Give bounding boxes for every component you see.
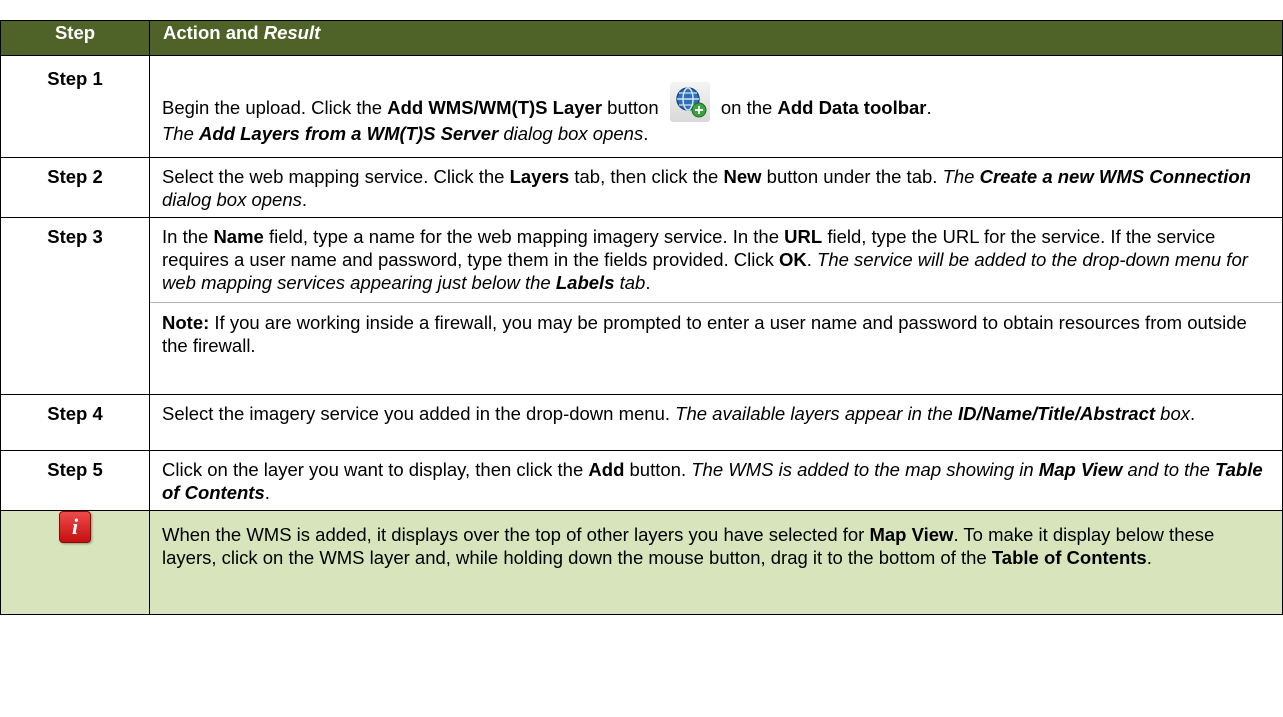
- text-run-italic: box: [1155, 403, 1190, 424]
- table-row-step-3: Step 3 In the Name field, type a name fo…: [0, 217, 1283, 395]
- text-run: Select the web mapping service. Click th…: [162, 166, 510, 187]
- text-run: .: [926, 97, 932, 118]
- text-run: Begin the upload. Click the: [162, 97, 388, 118]
- table-row-step-4: Step 4 Select the imagery service you ad…: [0, 394, 1283, 451]
- step-label: Step 4: [0, 394, 150, 451]
- text-run-bold: Add Data toolbar: [777, 97, 927, 118]
- add-wms-layer-icon: [669, 82, 710, 122]
- column-header-action: Action and Result: [149, 20, 1283, 56]
- text-run: In the: [162, 226, 214, 247]
- text-run-bold-italic: ID/Name/Title/Abstract: [957, 403, 1156, 424]
- text-run: .: [264, 482, 270, 503]
- text-run-bold-italic: Labels: [555, 272, 615, 293]
- tip-icon-cell: i: [0, 510, 150, 615]
- text-run: Click on the layer you want to display, …: [162, 459, 589, 480]
- table-row-step-2: Step 2 Select the web mapping service. C…: [0, 157, 1283, 218]
- text-run: button.: [624, 459, 692, 480]
- info-icon: i: [59, 511, 91, 543]
- step-1-instruction: Begin the upload. Click the Add WMS/WM(T…: [162, 82, 1270, 145]
- text-run-italic: The: [942, 166, 980, 187]
- text-run-bold: OK: [778, 249, 807, 270]
- text-run: .: [643, 123, 649, 144]
- table-row-step-1: Step 1 Begin the upload. Click the Add W…: [0, 55, 1283, 158]
- header-action-text: Action and: [163, 22, 264, 43]
- header-result-text: Result: [263, 22, 321, 43]
- step-3-note: Note: If you are working inside a firewa…: [150, 302, 1282, 357]
- table-row-step-5: Step 5 Click on the layer you want to di…: [0, 450, 1283, 511]
- text-run: .: [806, 249, 818, 270]
- text-run-bold: Table of Contents: [991, 547, 1147, 568]
- text-run-bold: Layers: [509, 166, 570, 187]
- text-run-bold-italic: Add Layers from a WM(T)S Server: [199, 123, 499, 144]
- text-run-bold-italic: Create a new WMS Connection: [979, 166, 1251, 187]
- column-header-step: Step: [0, 20, 150, 56]
- step-3-instruction: In the Name field, type a name for the w…: [162, 225, 1270, 294]
- step-label: Step 3: [0, 217, 150, 395]
- text-run-bold: URL: [784, 226, 823, 247]
- text-run-italic: The: [162, 123, 200, 144]
- text-run-bold: Name: [213, 226, 264, 247]
- note-label: Note:: [162, 312, 210, 333]
- text-run-bold: Add: [588, 459, 625, 480]
- text-run: button under the tab.: [761, 166, 943, 187]
- step-action: Begin the upload. Click the Add WMS/WM(T…: [149, 55, 1283, 158]
- text-run: Select the imagery service you added in …: [162, 403, 676, 424]
- table-row-tip: i When the WMS is added, it displays ove…: [0, 510, 1283, 615]
- step-5-instruction: Click on the layer you want to display, …: [162, 458, 1270, 504]
- table-header-row: Step Action and Result: [0, 20, 1283, 56]
- text-run-italic: dialog box opens: [162, 189, 302, 210]
- step-4-instruction: Select the imagery service you added in …: [162, 402, 1270, 425]
- text-run: When the WMS is added, it displays over …: [162, 524, 870, 545]
- steps-table: Step Action and Result Step 1 Begin the …: [0, 20, 1283, 615]
- step-action: Select the imagery service you added in …: [149, 394, 1283, 451]
- page-top-margin: [0, 0, 1283, 20]
- step-2-instruction: Select the web mapping service. Click th…: [162, 165, 1270, 211]
- text-run-italic: The available layers appear in the: [675, 403, 958, 424]
- step-action: Click on the layer you want to display, …: [149, 450, 1283, 511]
- text-run: tab, then click the: [569, 166, 724, 187]
- text-run: button: [602, 97, 664, 118]
- text-run-italic: and to the: [1122, 459, 1215, 480]
- text-run-italic: tab: [614, 272, 646, 293]
- step-label: Step 5: [0, 450, 150, 511]
- step-action: Select the web mapping service. Click th…: [149, 157, 1283, 218]
- step-label: Step 1: [0, 55, 150, 158]
- tip-text: When the WMS is added, it displays over …: [149, 510, 1283, 615]
- text-run: .: [1146, 547, 1152, 568]
- text-run-bold-italic: Map View: [1038, 459, 1123, 480]
- step-label: Step 2: [0, 157, 150, 218]
- tip-paragraph: When the WMS is added, it displays over …: [162, 523, 1270, 569]
- text-run-bold: Add WMS/WM(T)S Layer: [387, 97, 603, 118]
- text-run-italic: The WMS is added to the map showing in: [691, 459, 1039, 480]
- step-action: In the Name field, type a name for the w…: [149, 217, 1283, 395]
- text-run-italic: dialog box opens: [498, 123, 644, 144]
- text-run: .: [645, 272, 651, 293]
- note-text: If you are working inside a firewall, yo…: [162, 312, 1247, 356]
- text-run-bold: New: [723, 166, 762, 187]
- text-run-bold: Map View: [869, 524, 954, 545]
- text-run: .: [1190, 403, 1196, 424]
- text-run: .: [301, 189, 308, 210]
- text-run: field, type a name for the web mapping i…: [263, 226, 785, 247]
- text-run: on the: [715, 97, 778, 118]
